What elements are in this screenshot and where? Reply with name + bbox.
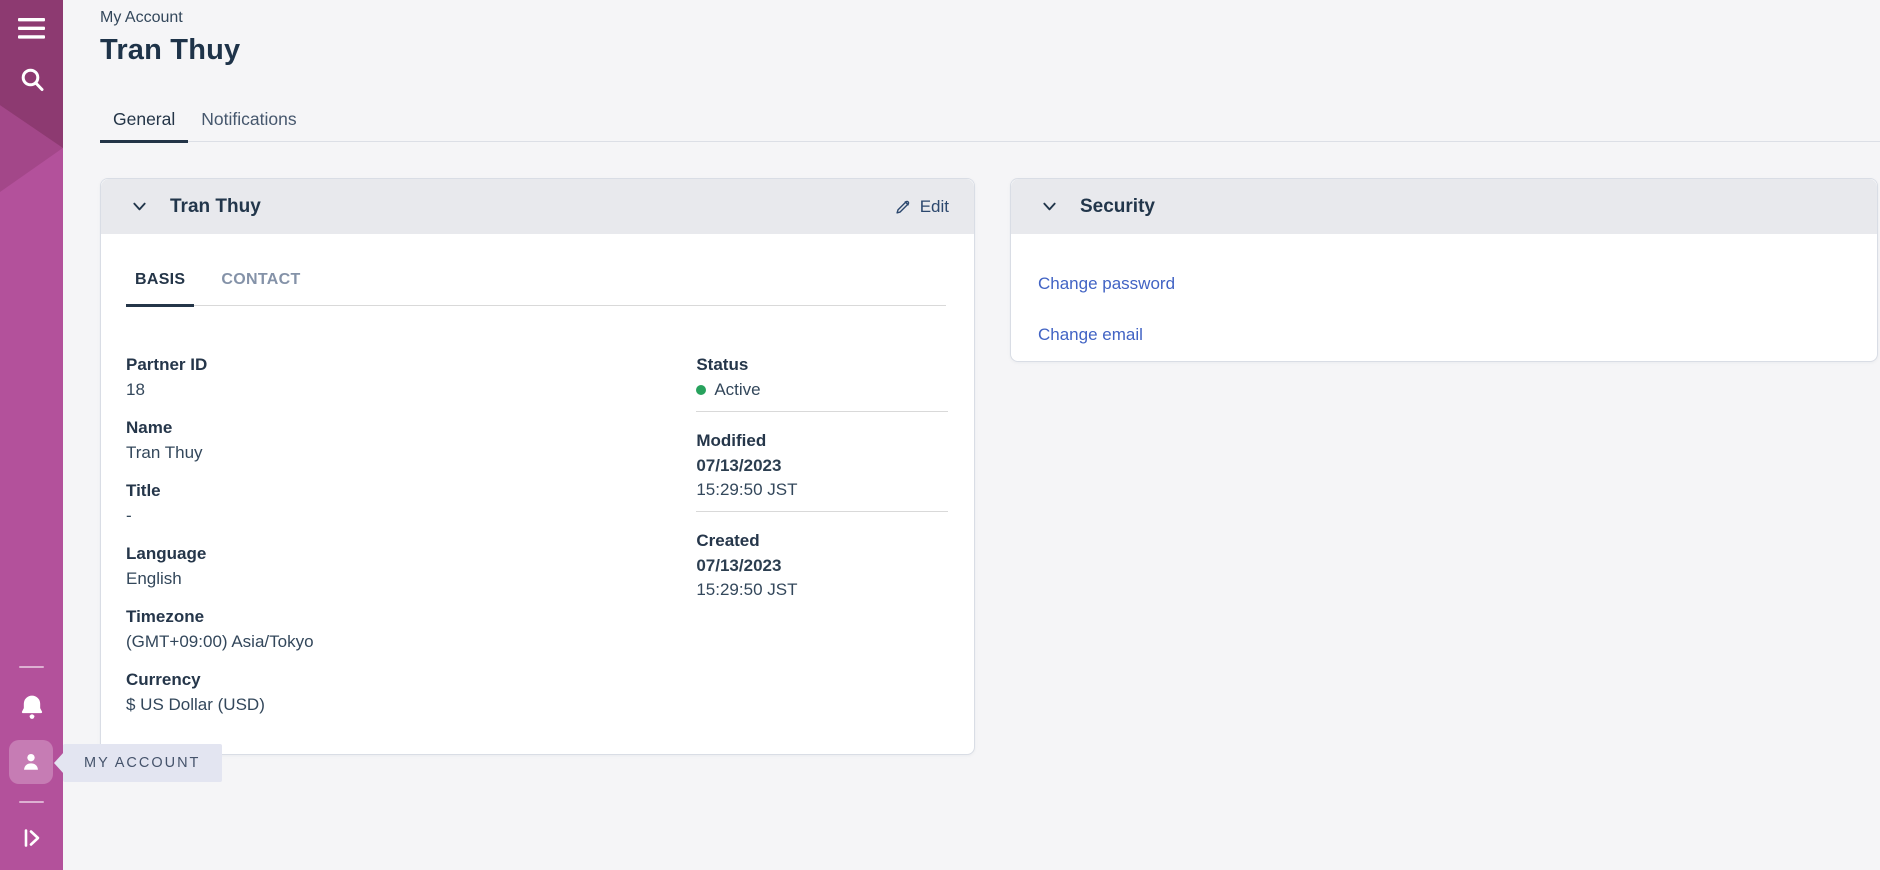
created-time: 15:29:50 JST [696,579,948,600]
profile-meta-column: Status Active Modified 07/13/2023 15:29:… [696,354,948,732]
field-label: Name [126,417,595,438]
field-label: Currency [126,669,595,690]
profile-card: Tran Thuy Edit BASIS CONTACT Pa [100,178,975,755]
field-label: Title [126,480,595,501]
main-content: My Account Tran Thuy General Notificatio… [63,0,1880,755]
edit-button-label: Edit [920,197,949,217]
breadcrumb: My Account [100,8,1880,28]
modified-time: 15:29:50 JST [696,479,948,500]
my-account-button[interactable] [9,740,53,784]
divider [696,411,948,412]
field-label: Modified [696,430,948,451]
page-tabs: General Notifications [100,107,1880,142]
field-status: Status Active [696,354,948,400]
tooltip-label: MY ACCOUNT [84,755,200,771]
expand-icon [20,826,44,850]
bell-icon [19,694,45,722]
chevron-down-icon[interactable] [131,198,148,215]
change-password-link[interactable]: Change password [1038,273,1175,294]
field-label: Language [126,543,595,564]
menu-button[interactable] [0,6,63,50]
security-card-header: Security [1011,179,1877,234]
field-language: Language English [126,543,595,589]
field-label: Created [696,530,948,551]
security-card: Security Change password Change email [1010,178,1878,362]
person-icon [18,749,44,775]
sidebar-divider [19,666,44,668]
change-email-link[interactable]: Change email [1038,324,1143,345]
profile-card-title: Tran Thuy [170,196,261,218]
security-card-title: Security [1080,196,1155,218]
sidebar [0,0,63,870]
menu-icon [18,18,45,39]
field-currency: Currency $ US Dollar (USD) [126,669,595,715]
field-value: 18 [126,379,595,400]
page-title: Tran Thuy [100,33,1880,67]
created-date: 07/13/2023 [696,555,948,576]
field-label: Timezone [126,606,595,627]
field-value: (GMT+09:00) Asia/Tokyo [126,631,595,652]
status-badge: Active [696,379,948,400]
field-partner-id: Partner ID 18 [126,354,595,400]
tab-notifications[interactable]: Notifications [188,107,309,143]
tab-general[interactable]: General [100,107,188,143]
my-account-tooltip: MY ACCOUNT [63,744,222,782]
field-value: $ US Dollar (USD) [126,694,595,715]
field-created: Created 07/13/2023 15:29:50 JST [696,530,948,600]
pencil-icon [895,198,912,215]
profile-card-header: Tran Thuy Edit [101,179,974,234]
cards-row: Tran Thuy Edit BASIS CONTACT Pa [100,178,1880,755]
search-button[interactable] [0,58,63,102]
profile-fields-column: Partner ID 18 Name Tran Thuy Title - Lan… [126,354,595,732]
search-icon [19,67,45,93]
chevron-down-icon[interactable] [1041,198,1058,215]
field-timezone: Timezone (GMT+09:00) Asia/Tokyo [126,606,595,652]
field-modified: Modified 07/13/2023 15:29:50 JST [696,430,948,500]
field-value: Tran Thuy [126,442,595,463]
security-body: Change password Change email [1011,234,1877,361]
field-value: English [126,568,595,589]
notifications-button[interactable] [0,686,63,730]
subtab-contact[interactable]: CONTACT [212,271,309,307]
expand-sidebar-button[interactable] [0,816,63,860]
divider [696,511,948,512]
field-title: Title - [126,480,595,526]
status-value: Active [714,379,760,400]
status-dot-icon [696,385,706,395]
field-label: Partner ID [126,354,595,375]
profile-columns: Partner ID 18 Name Tran Thuy Title - Lan… [101,306,974,754]
sidebar-divider [19,801,44,803]
field-label: Status [696,354,948,375]
profile-subtabs: BASIS CONTACT [126,234,946,306]
edit-button[interactable]: Edit [895,197,949,217]
field-value: - [126,505,595,526]
field-name: Name Tran Thuy [126,417,595,463]
modified-date: 07/13/2023 [696,455,948,476]
subtab-basis[interactable]: BASIS [126,271,194,307]
